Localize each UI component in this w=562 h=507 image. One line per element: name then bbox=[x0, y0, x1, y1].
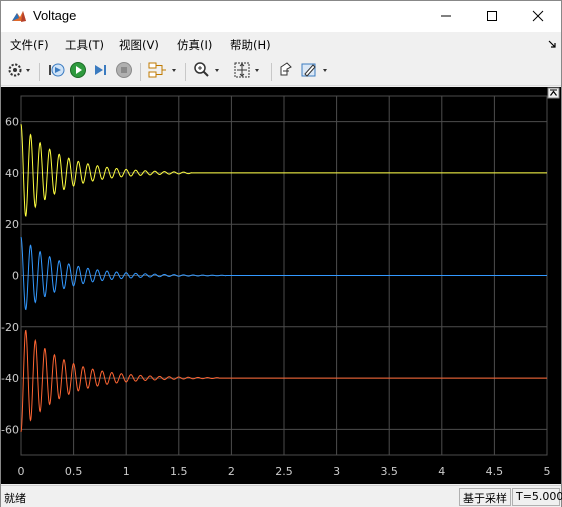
run-icon bbox=[69, 61, 87, 83]
zoom-icon bbox=[192, 61, 226, 83]
x-tick-label: 2.5 bbox=[275, 465, 293, 478]
minimize-button[interactable] bbox=[423, 1, 469, 32]
scope-plot-area[interactable]: 0 0.5 1 1.5 2 2.5 3 3.5 4 4.5 5 60 40 20 0 -20 -40 -60 bbox=[1, 87, 561, 484]
status-mode: 基于采样 bbox=[459, 488, 511, 506]
highlight-block-icon bbox=[277, 61, 295, 83]
scope-window: Voltage 文件(F) 工具(T) 视图(V) 仿真(I) 帮助(H) 0 … bbox=[0, 0, 562, 507]
menu-collapse-arrow-icon[interactable] bbox=[547, 38, 557, 52]
signal-select-icon bbox=[146, 61, 180, 83]
menu-bar: 文件(F) 工具(T) 视图(V) 仿真(I) 帮助(H) bbox=[1, 32, 561, 56]
step-forward-icon bbox=[92, 61, 110, 83]
stop-button[interactable] bbox=[114, 61, 134, 83]
y-tick-label: 20 bbox=[5, 218, 19, 231]
fit-to-view-icon bbox=[232, 61, 266, 83]
y-tick-label: 40 bbox=[5, 167, 19, 180]
highlight-block-button[interactable] bbox=[276, 61, 296, 83]
x-tick-label: 4.5 bbox=[486, 465, 504, 478]
x-tick-label: 0 bbox=[18, 465, 25, 478]
voltage-chart: 0 0.5 1 1.5 2 2.5 3 3.5 4 4.5 5 60 40 20 0 -20 -40 -60 bbox=[1, 87, 561, 484]
zoom-button[interactable] bbox=[191, 61, 227, 83]
matlab-icon bbox=[11, 9, 27, 25]
menu-view[interactable]: 视图(V) bbox=[119, 37, 159, 53]
settings-button[interactable] bbox=[5, 61, 35, 83]
settings-icon bbox=[7, 61, 33, 83]
x-tick-label: 1.5 bbox=[170, 465, 188, 478]
menu-help[interactable]: 帮助(H) bbox=[230, 37, 271, 53]
y-tick-label: 0 bbox=[12, 270, 19, 283]
x-tick-label: 3.5 bbox=[380, 465, 398, 478]
minimize-icon bbox=[440, 7, 452, 26]
x-tick-label: 0.5 bbox=[65, 465, 83, 478]
status-ready: 就绪 bbox=[4, 492, 26, 505]
menu-tools[interactable]: 工具(T) bbox=[65, 37, 104, 53]
signal-select-button[interactable] bbox=[145, 61, 181, 83]
maximize-button[interactable] bbox=[469, 1, 515, 32]
close-button[interactable] bbox=[515, 1, 561, 32]
step-back-button[interactable] bbox=[46, 61, 66, 83]
step-forward-button[interactable] bbox=[91, 61, 111, 83]
title-bar: Voltage bbox=[1, 1, 561, 32]
menu-simulation[interactable]: 仿真(I) bbox=[177, 37, 212, 53]
stop-icon bbox=[115, 61, 133, 83]
run-button[interactable] bbox=[68, 61, 88, 83]
style-edit-icon bbox=[300, 61, 334, 83]
x-tick-label: 2 bbox=[228, 465, 235, 478]
style-edit-button[interactable] bbox=[299, 61, 335, 83]
status-time: T=5.000 bbox=[512, 488, 562, 506]
y-tick-label: -60 bbox=[1, 423, 19, 436]
x-tick-label: 4 bbox=[438, 465, 445, 478]
x-tick-label: 1 bbox=[123, 465, 130, 478]
x-tick-label: 3 bbox=[333, 465, 340, 478]
step-back-icon bbox=[47, 61, 65, 83]
y-tick-label: -20 bbox=[1, 321, 19, 334]
x-tick-label: 5 bbox=[544, 465, 551, 478]
maximize-icon bbox=[486, 7, 498, 26]
status-bar: 就绪 基于采样 T=5.000 bbox=[1, 485, 562, 507]
menu-file[interactable]: 文件(F) bbox=[10, 37, 49, 53]
y-tick-label: -40 bbox=[1, 372, 19, 385]
fit-to-view-button[interactable] bbox=[231, 61, 267, 83]
restore-axes-button[interactable] bbox=[547, 87, 560, 99]
window-title: Voltage bbox=[33, 8, 77, 23]
y-tick-label: 60 bbox=[5, 116, 19, 129]
toolbar bbox=[1, 58, 561, 86]
close-icon bbox=[532, 7, 544, 26]
